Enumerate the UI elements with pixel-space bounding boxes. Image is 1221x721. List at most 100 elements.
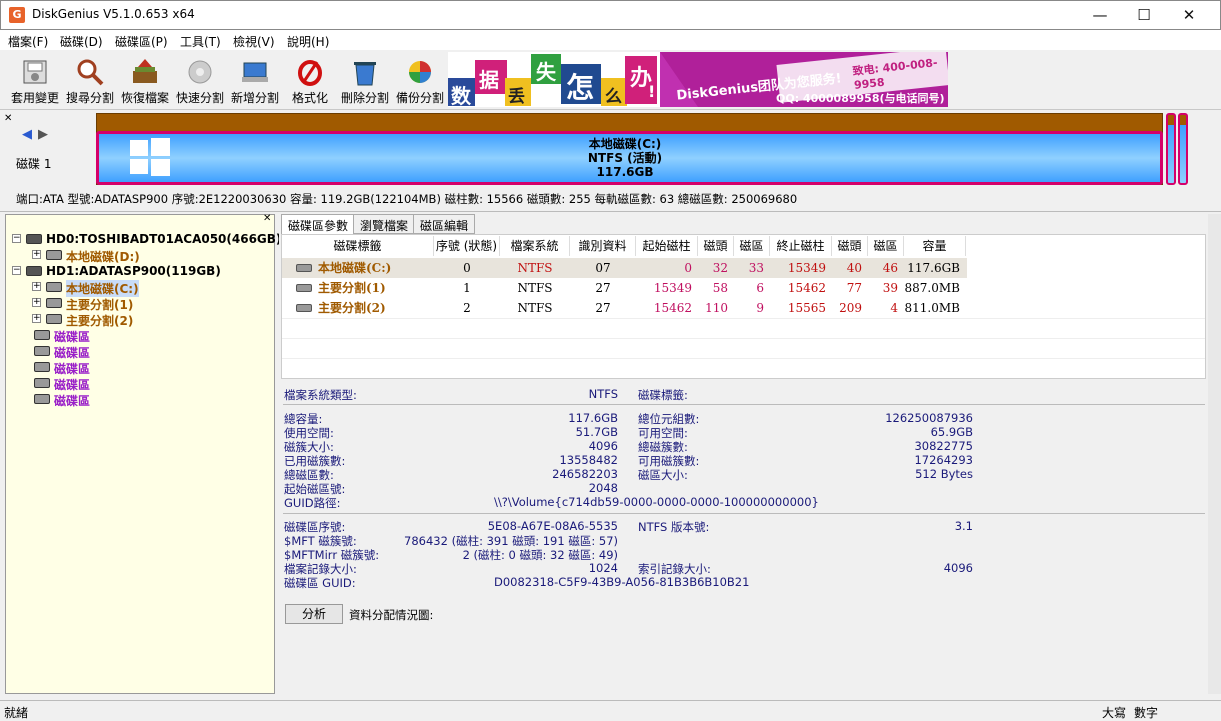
table-header[interactable]: 起始磁柱 bbox=[636, 236, 698, 256]
detail-label: NTFS 版本號: bbox=[638, 520, 710, 534]
tree-partition[interactable]: 本地磁碟(D:) bbox=[66, 248, 140, 265]
table-header[interactable]: 識別資料 bbox=[570, 236, 636, 256]
volume-label-label: 磁碟標籤: bbox=[638, 388, 688, 402]
table-header[interactable]: 磁碟標籤 bbox=[282, 236, 434, 256]
divider bbox=[283, 513, 1205, 514]
search-icon bbox=[77, 59, 104, 86]
menu-tools[interactable]: 工具(T) bbox=[180, 33, 221, 50]
divider bbox=[283, 404, 1205, 405]
save-changes-button[interactable]: 套用變更 bbox=[6, 54, 64, 108]
maximize-icon[interactable]: ☐ bbox=[1121, 1, 1167, 29]
toolbar-label: 備份分割 bbox=[395, 91, 444, 105]
menu-file[interactable]: 檔案(F) bbox=[8, 33, 48, 50]
tree-partition[interactable]: 磁碟區 bbox=[54, 328, 90, 345]
tree-partition[interactable]: 磁碟區 bbox=[54, 344, 90, 361]
delete-partition-button[interactable]: 刪除分割 bbox=[336, 54, 394, 108]
drive-icon bbox=[296, 284, 312, 292]
tree-partition[interactable]: 磁碟區 bbox=[54, 392, 90, 409]
vertical-scrollbar[interactable] bbox=[1208, 214, 1221, 694]
table-cell: 58 bbox=[712, 281, 728, 295]
banner-char: 失 bbox=[536, 60, 556, 84]
tree-disk[interactable]: HD1:ADATASP900(119GB) bbox=[46, 264, 221, 278]
banner-char: 据 bbox=[479, 68, 499, 92]
drive-icon bbox=[34, 346, 50, 356]
toolbar-label: 搜尋分割 bbox=[65, 91, 114, 105]
detail-value: 246582203 bbox=[552, 467, 618, 481]
table-header[interactable]: 序號 (狀態) bbox=[434, 236, 500, 256]
windows-logo-icon bbox=[130, 138, 170, 176]
table-cell: 2 bbox=[463, 301, 471, 315]
table-cell: 32 bbox=[712, 261, 728, 275]
search-partition-button[interactable]: 搜尋分割 bbox=[61, 54, 119, 108]
small-partition-block-2[interactable] bbox=[1178, 113, 1188, 185]
table-header[interactable]: 磁區 bbox=[734, 236, 770, 256]
banner-char: ! bbox=[648, 82, 656, 101]
tree-partition[interactable]: 磁碟區 bbox=[54, 360, 90, 377]
analyze-button[interactable]: 分析 bbox=[285, 604, 343, 624]
table-cell: 46 bbox=[882, 261, 898, 275]
detail-value: 2048 bbox=[588, 481, 618, 495]
tab-browse-files[interactable]: 瀏覽檔案 bbox=[353, 214, 416, 234]
table-header[interactable]: 磁區 bbox=[868, 236, 904, 256]
detail-label: 索引記錄大小: bbox=[638, 562, 711, 576]
next-disk-icon[interactable]: ▶ bbox=[38, 127, 48, 142]
close-icon[interactable]: ✕ bbox=[1166, 1, 1212, 29]
menu-disk[interactable]: 磁碟(D) bbox=[60, 33, 103, 50]
tree-partition[interactable]: 主要分割(1) bbox=[66, 296, 133, 313]
table-header[interactable]: 磁頭 bbox=[832, 236, 868, 256]
table-header[interactable]: 容量 bbox=[904, 236, 966, 256]
backup-partition-button[interactable]: 備份分割 bbox=[391, 54, 449, 108]
table-cell: 07 bbox=[595, 261, 611, 275]
quick-partition-button[interactable]: 快速分割 bbox=[171, 54, 229, 108]
empty-row bbox=[282, 338, 1205, 339]
expand-toggle-icon[interactable]: − bbox=[12, 234, 21, 243]
drive-icon bbox=[34, 330, 50, 340]
format-button[interactable]: 格式化 bbox=[281, 54, 339, 108]
close-panel-icon[interactable]: ✕ bbox=[4, 113, 12, 124]
tree-partition[interactable]: 磁碟區 bbox=[54, 376, 90, 393]
alloc-map-label: 資料分配情況圖: bbox=[349, 608, 434, 622]
expand-toggle-icon[interactable]: + bbox=[32, 314, 41, 323]
table-cell: 33 bbox=[748, 261, 764, 275]
tree-partition[interactable]: 主要分割(2) bbox=[66, 312, 133, 329]
delete-icon bbox=[354, 62, 376, 86]
small-partition-block-1[interactable] bbox=[1166, 113, 1176, 185]
table-cell: 209 bbox=[839, 301, 862, 315]
table-header[interactable]: 終止磁柱 bbox=[770, 236, 832, 256]
num-indicator: 數字 bbox=[1134, 706, 1159, 720]
table-cell: 15349 bbox=[787, 261, 826, 275]
partition-name: 本地磁碟(C:) bbox=[588, 137, 662, 151]
menu-partition[interactable]: 磁碟區(P) bbox=[115, 33, 168, 50]
drive-icon bbox=[26, 234, 42, 244]
expand-toggle-icon[interactable]: + bbox=[32, 250, 41, 259]
toolbar-label: 新增分割 bbox=[230, 91, 279, 105]
recover-files-button[interactable]: 恢復檔案 bbox=[116, 54, 174, 108]
table-header[interactable]: 檔案系統 bbox=[500, 236, 570, 256]
minimize-icon[interactable]: — bbox=[1077, 1, 1123, 29]
table-cell: 1 bbox=[463, 281, 471, 295]
table-cell: 15462 bbox=[653, 301, 692, 315]
menu-view[interactable]: 檢視(V) bbox=[233, 33, 275, 50]
tab-partition-params[interactable]: 磁碟區參數 bbox=[281, 214, 356, 234]
toolbar-label: 刪除分割 bbox=[340, 91, 389, 105]
ad-banner[interactable]: 数 据 丢 失 怎 么 办 ! DiskGenius团队为您服务! 致电: 40… bbox=[448, 52, 948, 107]
status-text: 就緒 bbox=[4, 706, 29, 720]
table-cell: 15349 bbox=[653, 281, 692, 295]
tree-partition[interactable]: 本地磁碟(C:) bbox=[66, 280, 139, 297]
detail-value: 51.7GB bbox=[575, 425, 618, 439]
expand-toggle-icon[interactable]: + bbox=[32, 282, 41, 291]
toolbar-label: 快速分割 bbox=[175, 91, 224, 105]
tab-sector-editor[interactable]: 磁區編輯 bbox=[413, 214, 476, 234]
detail-value: 3.1 bbox=[954, 519, 973, 533]
menu-help[interactable]: 說明(H) bbox=[287, 33, 329, 50]
expand-toggle-icon[interactable]: − bbox=[12, 266, 21, 275]
new-partition-button[interactable]: 新增分割 bbox=[226, 54, 284, 108]
expand-toggle-icon[interactable]: + bbox=[32, 298, 41, 307]
tree-disk[interactable]: HD0:TOSHIBADT01ACA050(466GB) bbox=[46, 232, 281, 246]
table-header[interactable]: 磁頭 bbox=[698, 236, 734, 256]
prev-disk-icon[interactable]: ◀ bbox=[22, 127, 32, 142]
detail-value: 65.9GB bbox=[930, 425, 973, 439]
table-cell: 27 bbox=[595, 301, 611, 315]
close-tree-icon[interactable]: ✕ bbox=[263, 213, 271, 224]
partition-fs: NTFS (活動) bbox=[587, 151, 663, 165]
